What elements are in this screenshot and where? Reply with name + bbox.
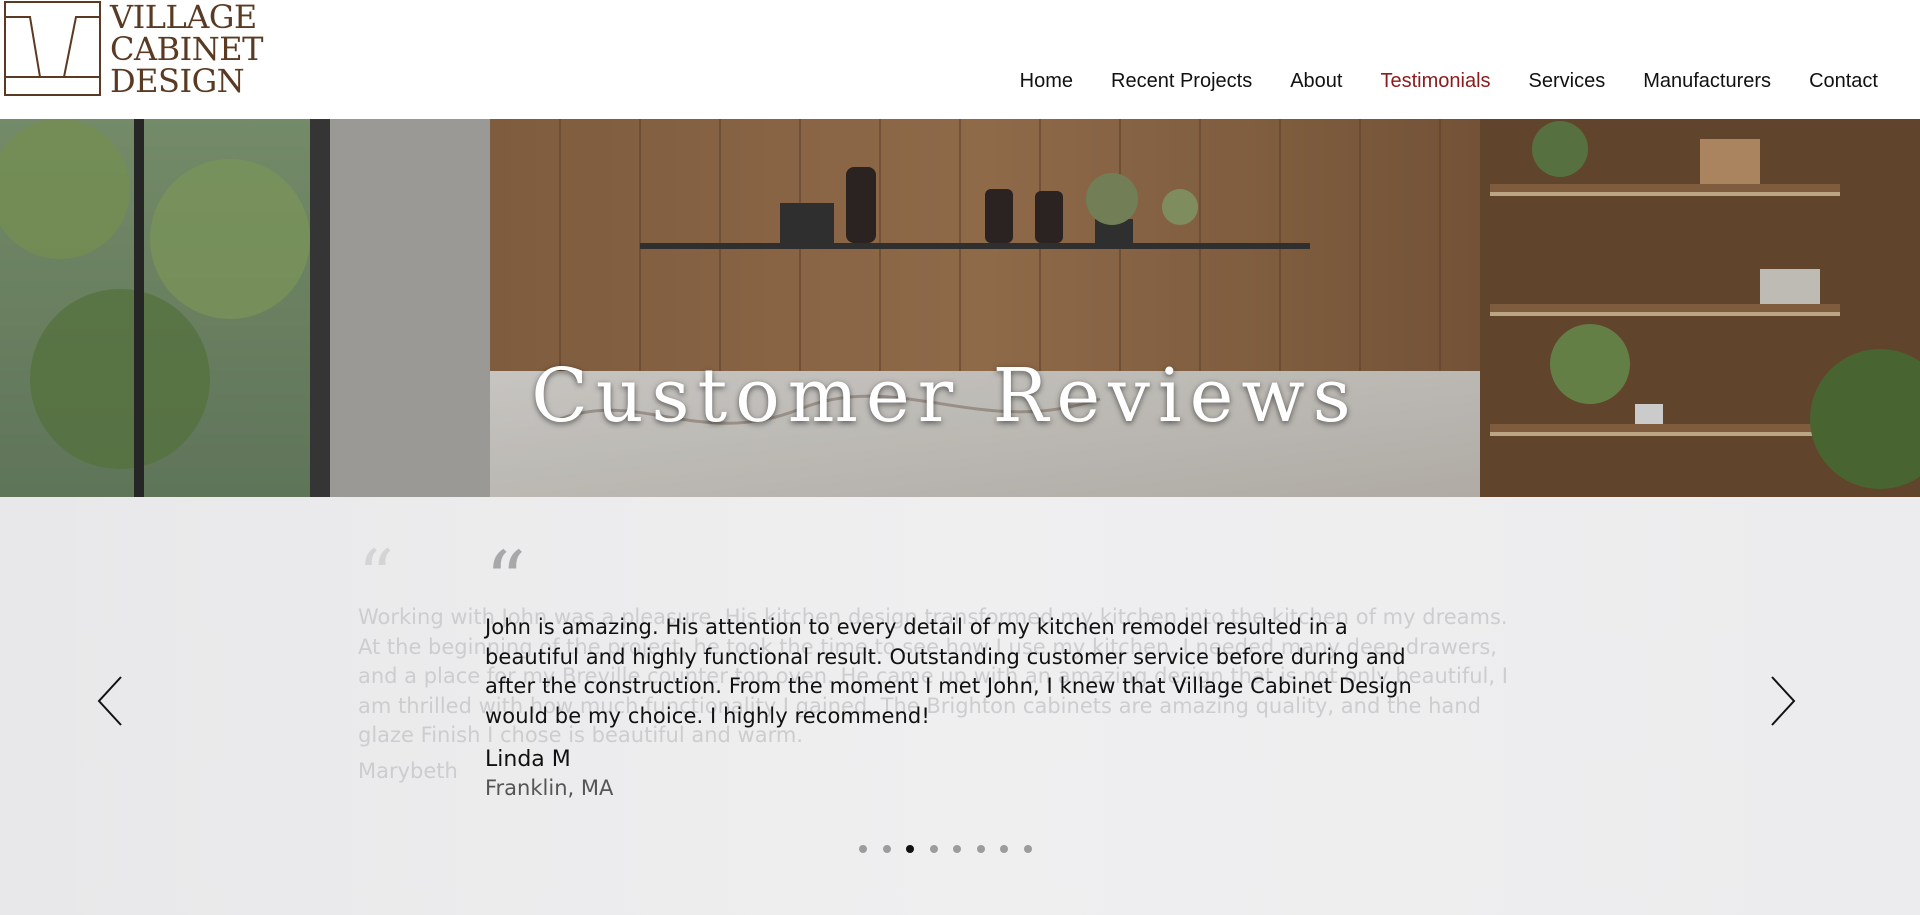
- logo-line-3: DESIGN: [110, 62, 245, 100]
- pagination-dot[interactable]: [953, 845, 961, 853]
- chevron-left-icon: [97, 676, 122, 726]
- page-title: Customer Reviews: [531, 353, 1359, 439]
- nav-testimonials[interactable]: Testimonials: [1380, 70, 1490, 93]
- pagination-dot[interactable]: [1023, 845, 1032, 853]
- logo[interactable]: VILLAGE CABINET DESIGN: [4, 1, 264, 97]
- testimonial-text: John is amazing. His attention to every …: [485, 615, 1412, 728]
- pagination-dot-active[interactable]: [906, 845, 914, 853]
- logo-wordmark: VILLAGE CABINET DESIGN: [110, 1, 263, 97]
- nav-services[interactable]: Services: [1529, 70, 1606, 93]
- chevron-right-icon: [1771, 676, 1796, 726]
- nav-home[interactable]: Home: [1020, 70, 1073, 93]
- nav-recent-projects[interactable]: Recent Projects: [1111, 70, 1252, 93]
- main-nav: Home Recent Projects About Testimonials …: [982, 70, 1878, 93]
- pagination-dot[interactable]: [859, 845, 867, 853]
- next-slide-button[interactable]: [1768, 675, 1798, 727]
- pagination-dot[interactable]: [882, 845, 891, 853]
- pagination-dot[interactable]: [929, 845, 938, 853]
- nav-manufacturers[interactable]: Manufacturers: [1643, 70, 1771, 93]
- logo-mark-icon: [4, 1, 101, 96]
- testimonial-author: Linda M: [485, 747, 571, 772]
- testimonials-slider: “ Working with John was a pleasure. His …: [0, 497, 1920, 915]
- testimonial-location: Franklin, MA: [485, 776, 614, 800]
- site-header: VILLAGE CABINET DESIGN Home Recent Proje…: [0, 0, 1920, 119]
- logo-line-2: CABINET: [110, 30, 263, 68]
- previous-slide-button[interactable]: [95, 675, 125, 727]
- pagination-dot[interactable]: [976, 845, 985, 853]
- quote-mark-icon: “: [485, 534, 526, 627]
- nav-about[interactable]: About: [1290, 70, 1342, 93]
- hero-banner: Customer Reviews: [0, 119, 1920, 497]
- logo-line-1: VILLAGE: [110, 0, 257, 36]
- current-testimonial: “ John is amazing. His attention to ever…: [485, 534, 1425, 801]
- nav-contact[interactable]: Contact: [1809, 70, 1878, 93]
- slider-pagination: [859, 845, 1047, 853]
- pagination-dot[interactable]: [1000, 845, 1008, 853]
- kitchen-background-image: [0, 119, 1920, 497]
